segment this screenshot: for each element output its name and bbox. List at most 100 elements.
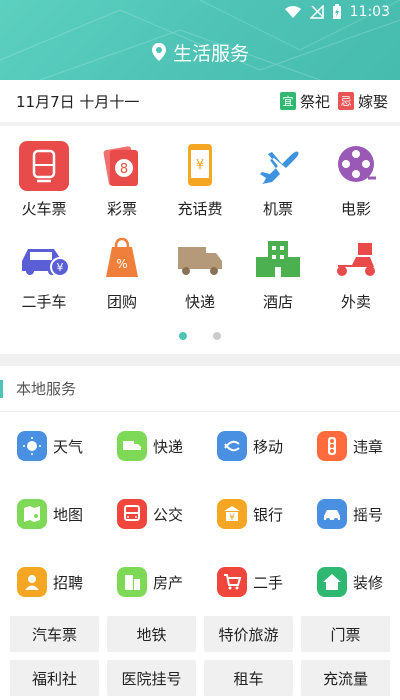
service-group-buy-label: 团购 <box>106 293 137 311</box>
bank-icon: ¥ <box>216 499 247 529</box>
quick-link-car-rental[interactable]: 租车 <box>204 660 293 696</box>
weather-icon <box>16 431 47 461</box>
wifi-icon <box>284 6 301 18</box>
local-recruit-label: 招聘 <box>52 573 83 592</box>
local-realestate[interactable]: 房产 <box>100 548 200 616</box>
phone-recharge-icon: ¥ <box>174 140 226 192</box>
local-violation[interactable]: 违章 <box>300 412 400 480</box>
no-signal-icon <box>309 5 324 19</box>
quick-link-travel-deals[interactable]: 特价旅游 <box>204 616 293 652</box>
local-secondhand-label: 二手 <box>252 573 283 592</box>
airplane-icon <box>252 140 304 192</box>
used-car-icon: ¥ <box>18 233 70 285</box>
building-icon <box>116 567 147 597</box>
quick-link-data-topup[interactable]: 充流量 <box>301 660 390 696</box>
truck-icon <box>174 233 226 285</box>
suitable-tag: 宜 祭祀 <box>279 91 330 112</box>
suitable-text: 祭祀 <box>299 92 330 111</box>
local-decoration-label: 装修 <box>352 573 383 592</box>
cart-icon <box>216 567 247 597</box>
map-icon <box>16 499 47 529</box>
service-hotel-label: 酒店 <box>262 293 293 311</box>
service-express-label: 快递 <box>184 293 215 311</box>
grid-row-1: 火车票 8 彩票 ¥ 充话费 机票 电影 <box>0 126 400 219</box>
page-title-text: 生活服务 <box>172 42 249 65</box>
service-flight[interactable]: 机票 <box>240 126 316 219</box>
local-weather[interactable]: 天气 <box>0 412 100 480</box>
service-flight-label: 机票 <box>262 200 293 218</box>
avoid-text: 嫁娶 <box>357 92 388 111</box>
clock: 11:03 <box>349 4 390 20</box>
svg-text:¥: ¥ <box>196 158 204 173</box>
local-map-label: 地图 <box>52 505 83 524</box>
local-bus[interactable]: 公交 <box>100 480 200 548</box>
page-indicator <box>0 332 400 340</box>
local-secondhand[interactable]: 二手 <box>200 548 300 616</box>
quick-link-welfare[interactable]: 福利社 <box>10 660 99 696</box>
lottery-icon: 8 <box>96 140 148 192</box>
local-bank[interactable]: ¥ 银行 <box>200 480 300 548</box>
service-lottery[interactable]: 8 彩票 <box>84 126 160 219</box>
recruit-icon <box>16 567 47 597</box>
quick-link-subway[interactable]: 地铁 <box>107 616 196 652</box>
group-buy-icon: % <box>96 233 148 285</box>
local-map[interactable]: 地图 <box>0 480 100 548</box>
film-reel-icon <box>330 140 382 192</box>
local-bank-label: 银行 <box>252 505 283 524</box>
service-movie[interactable]: 电影 <box>318 126 394 219</box>
local-car-lottery[interactable]: 摇号 <box>300 480 400 548</box>
local-violation-label: 违章 <box>352 437 383 456</box>
local-bus-label: 公交 <box>152 505 183 524</box>
main-service-grid: 火车票 8 彩票 ¥ 充话费 机票 电影 ¥ 二手车 % 团购 快递 酒店 外卖 <box>0 126 400 354</box>
service-express[interactable]: 快递 <box>162 219 238 312</box>
service-recharge[interactable]: ¥ 充话费 <box>162 126 238 219</box>
local-services-grid: 天气 快递 移动 违章 地图 公交 ¥ 银行 摇号 招聘 房产 二手 装修 <box>0 412 400 616</box>
quick-link-hospital[interactable]: 医院挂号 <box>107 660 196 696</box>
page-dot-1[interactable] <box>179 332 187 340</box>
local-car-lottery-label: 摇号 <box>352 505 383 524</box>
almanac-tags: 宜 祭祀 忌 嫁娶 <box>279 91 388 112</box>
local-express-label: 快递 <box>152 437 183 456</box>
app-header: 11:03 生活服务 <box>0 0 400 80</box>
hotel-icon <box>252 233 304 285</box>
service-takeout-label: 外卖 <box>340 293 371 311</box>
quick-links-row-2: 福利社 医院挂号 租车 充流量 <box>0 660 400 696</box>
traffic-light-icon <box>316 431 347 461</box>
page-title: 生活服务 <box>0 34 400 70</box>
service-movie-label: 电影 <box>340 200 371 218</box>
service-hotel[interactable]: 酒店 <box>240 219 316 312</box>
avoid-tag: 忌 嫁娶 <box>337 91 388 112</box>
service-lottery-label: 彩票 <box>106 200 137 218</box>
scooter-icon <box>330 233 382 285</box>
suitable-mark: 宜 <box>279 92 296 110</box>
location-pin-icon <box>151 43 166 61</box>
service-used-car[interactable]: ¥ 二手车 <box>6 219 82 312</box>
car-lottery-icon <box>316 499 347 529</box>
service-recharge-label: 充话费 <box>177 200 223 218</box>
china-mobile-icon <box>216 431 247 461</box>
service-used-car-label: 二手车 <box>21 293 67 311</box>
service-takeout[interactable]: 外卖 <box>318 219 394 312</box>
service-group-buy[interactable]: % 团购 <box>84 219 160 312</box>
service-train-label: 火车票 <box>21 200 67 218</box>
avoid-mark: 忌 <box>337 92 354 110</box>
lunar-date: 11月7日 十月十一 <box>16 92 140 111</box>
local-services-section: 本地服务 天气 快递 移动 违章 地图 公交 ¥ 银行 摇号 招聘 房产 二手 装… <box>0 366 400 700</box>
page-dot-2[interactable] <box>213 332 221 340</box>
almanac-bar[interactable]: 11月7日 十月十一 宜 祭祀 忌 嫁娶 <box>0 80 400 122</box>
local-realestate-label: 房产 <box>152 573 183 592</box>
service-train[interactable]: 火车票 <box>6 126 82 219</box>
local-decoration[interactable]: 装修 <box>300 548 400 616</box>
local-weather-label: 天气 <box>52 437 83 456</box>
local-mobile-label: 移动 <box>252 437 283 456</box>
local-mobile[interactable]: 移动 <box>200 412 300 480</box>
quick-link-tickets[interactable]: 门票 <box>301 616 390 652</box>
status-bar: 11:03 <box>0 0 400 24</box>
local-recruit[interactable]: 招聘 <box>0 548 100 616</box>
quick-links-row-1: 汽车票 地铁 特价旅游 门票 <box>0 616 400 652</box>
quick-link-bus-ticket[interactable]: 汽车票 <box>10 616 99 652</box>
bus-icon <box>116 499 147 529</box>
local-express[interactable]: 快递 <box>100 412 200 480</box>
train-icon <box>18 140 70 192</box>
express-icon <box>116 431 147 461</box>
